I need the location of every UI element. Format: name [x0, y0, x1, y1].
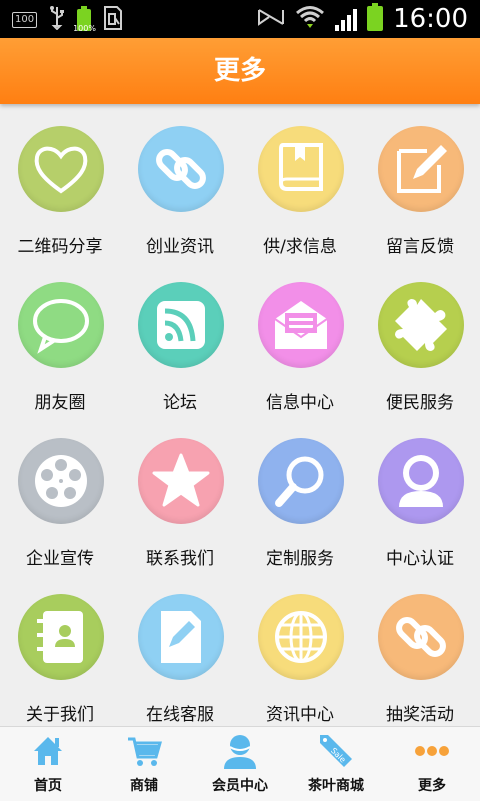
contact-book-icon — [18, 594, 104, 680]
nav-label: 商铺 — [130, 778, 158, 794]
star-icon — [138, 438, 224, 524]
grid-item-label: 创业资讯 — [146, 237, 214, 257]
grid-item-label: 二维码分享 — [17, 237, 103, 257]
status-clock: 16:00 — [393, 4, 468, 34]
grid-item-online-support[interactable]: 在线客服 — [120, 572, 240, 728]
grid-item-label: 抽奖活动 — [386, 705, 454, 725]
grid-item-message-center[interactable]: 信息中心 — [240, 260, 360, 416]
nav-item-home[interactable]: 首页 — [0, 727, 96, 801]
status-bar: 100 100% 16:00 — [0, 0, 480, 38]
no-signal-icon — [257, 6, 285, 32]
grid-item-supply-demand[interactable]: 供/求信息 — [240, 104, 360, 260]
menu-grid: 二维码分享 创业资讯 供/求信息 留言反馈 朋友圈 论坛 信息中心 便民服务 企… — [0, 104, 480, 725]
grid-item-label: 联系我们 — [146, 549, 214, 569]
grid-item-label: 中心认证 — [386, 549, 454, 569]
grid-item-label: 留言反馈 — [386, 237, 454, 257]
magnifier-icon — [258, 438, 344, 524]
sim-card-icon — [103, 6, 123, 33]
grid-item-label: 论坛 — [163, 393, 197, 413]
grid-item-label: 企业宣传 — [26, 549, 94, 569]
cart-icon — [128, 737, 162, 766]
rss-icon — [138, 282, 224, 368]
grid-item-company-promo[interactable]: 企业宣传 — [0, 416, 120, 572]
nav-item-tea-mall[interactable]: Sale 茶叶商城 — [288, 727, 384, 801]
nav-item-more[interactable]: 更多 — [384, 727, 480, 801]
grid-item-label: 关于我们 — [26, 705, 94, 725]
envelope-icon — [258, 282, 344, 368]
usb-icon — [49, 6, 65, 33]
puzzle-icon — [378, 282, 464, 368]
nav-label: 更多 — [418, 778, 446, 794]
nav-item-member-center[interactable]: 会员中心 — [192, 727, 288, 801]
grid-item-about-us[interactable]: 关于我们 — [0, 572, 120, 728]
grid-item-label: 资讯中心 — [266, 705, 334, 725]
battery-small-text: 100% — [73, 23, 96, 33]
signal-bars-icon — [335, 7, 358, 31]
page-header: 更多 — [0, 38, 480, 104]
grid-item-certification[interactable]: 中心认证 — [360, 416, 480, 572]
chat-bubble-icon — [18, 282, 104, 368]
link-icon — [138, 126, 224, 212]
film-reel-icon — [18, 438, 104, 524]
battery-icon — [367, 3, 384, 35]
grid-item-feedback[interactable]: 留言反馈 — [360, 104, 480, 260]
nav-label: 首页 — [34, 778, 62, 794]
grid-item-forum[interactable]: 论坛 — [120, 260, 240, 416]
wifi-icon — [295, 4, 325, 34]
grid-item-label: 信息中心 — [266, 393, 334, 413]
user-icon — [378, 438, 464, 524]
nav-label: 茶叶商城 — [308, 778, 364, 794]
grid-item-label: 便民服务 — [386, 393, 454, 413]
nav-label: 会员中心 — [212, 778, 268, 794]
grid-item-label: 朋友圈 — [34, 393, 86, 413]
more-dots-icon — [415, 746, 449, 756]
bottom-nav: 首页 商铺 会员中心 Sale 茶叶商城 更多 — [0, 726, 480, 801]
grid-item-news-center[interactable]: 资讯中心 — [240, 572, 360, 728]
heart-icon — [18, 126, 104, 212]
edit-icon — [378, 126, 464, 212]
grid-item-lottery[interactable]: 抽奖活动 — [360, 572, 480, 728]
battery-small-icon: 100% — [73, 5, 96, 32]
globe-icon — [258, 594, 344, 680]
grid-item-label: 在线客服 — [146, 705, 214, 725]
sale-tag-icon: Sale — [320, 735, 352, 767]
page-title: 更多 — [213, 56, 266, 86]
home-icon — [34, 737, 62, 765]
grid-item-qrcode-share[interactable]: 二维码分享 — [0, 104, 120, 260]
status-box-icon: 100 — [12, 11, 38, 28]
grid-item-convenience[interactable]: 便民服务 — [360, 260, 480, 416]
grid-item-label: 供/求信息 — [263, 237, 337, 257]
book-icon — [258, 126, 344, 212]
grid-item-business-news[interactable]: 创业资讯 — [120, 104, 240, 260]
grid-item-custom-service[interactable]: 定制服务 — [240, 416, 360, 572]
grid-item-friends-circle[interactable]: 朋友圈 — [0, 260, 120, 416]
grid-item-contact-us[interactable]: 联系我们 — [120, 416, 240, 572]
member-icon — [224, 735, 256, 769]
document-pen-icon — [138, 594, 224, 680]
nav-item-shops[interactable]: 商铺 — [96, 727, 192, 801]
grid-item-label: 定制服务 — [266, 549, 334, 569]
link-icon — [378, 594, 464, 680]
